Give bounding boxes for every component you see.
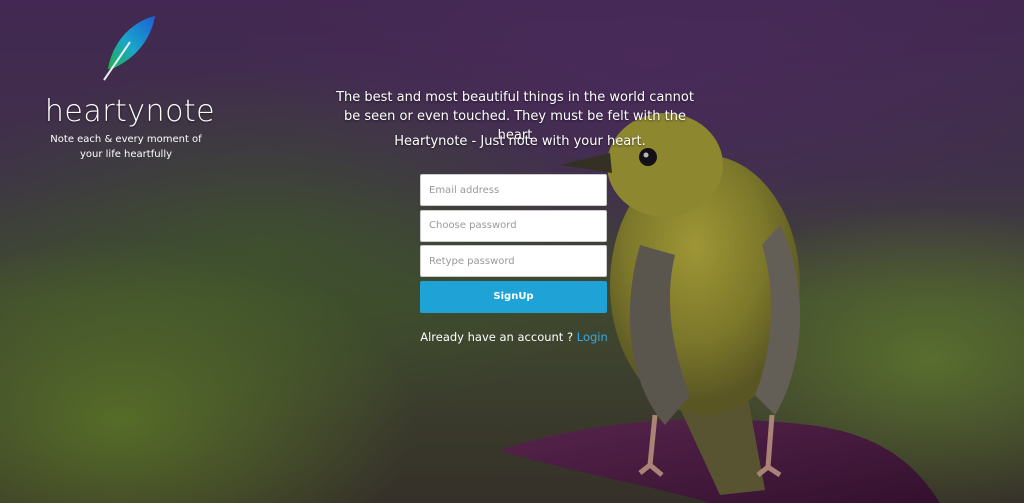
signup-button[interactable]: SignUp (420, 280, 607, 313)
login-link[interactable]: Login (577, 330, 608, 344)
brand-tagline: Note each & every moment of your life he… (50, 134, 202, 160)
hero-slogan: Heartynote - Just note with your heart. (394, 134, 646, 149)
feather-icon (103, 16, 155, 81)
retype-password-field[interactable] (420, 245, 607, 277)
brand-block: heartynote Note each & every moment of y… (40, 14, 220, 162)
login-prompt: Already have an account ? Login (400, 330, 628, 344)
login-prompt-text: Already have an account ? (420, 330, 574, 344)
signup-form: SignUp (420, 174, 607, 313)
brand-name: heartynote (44, 94, 216, 129)
password-field[interactable] (420, 209, 607, 242)
email-field[interactable] (420, 174, 607, 206)
